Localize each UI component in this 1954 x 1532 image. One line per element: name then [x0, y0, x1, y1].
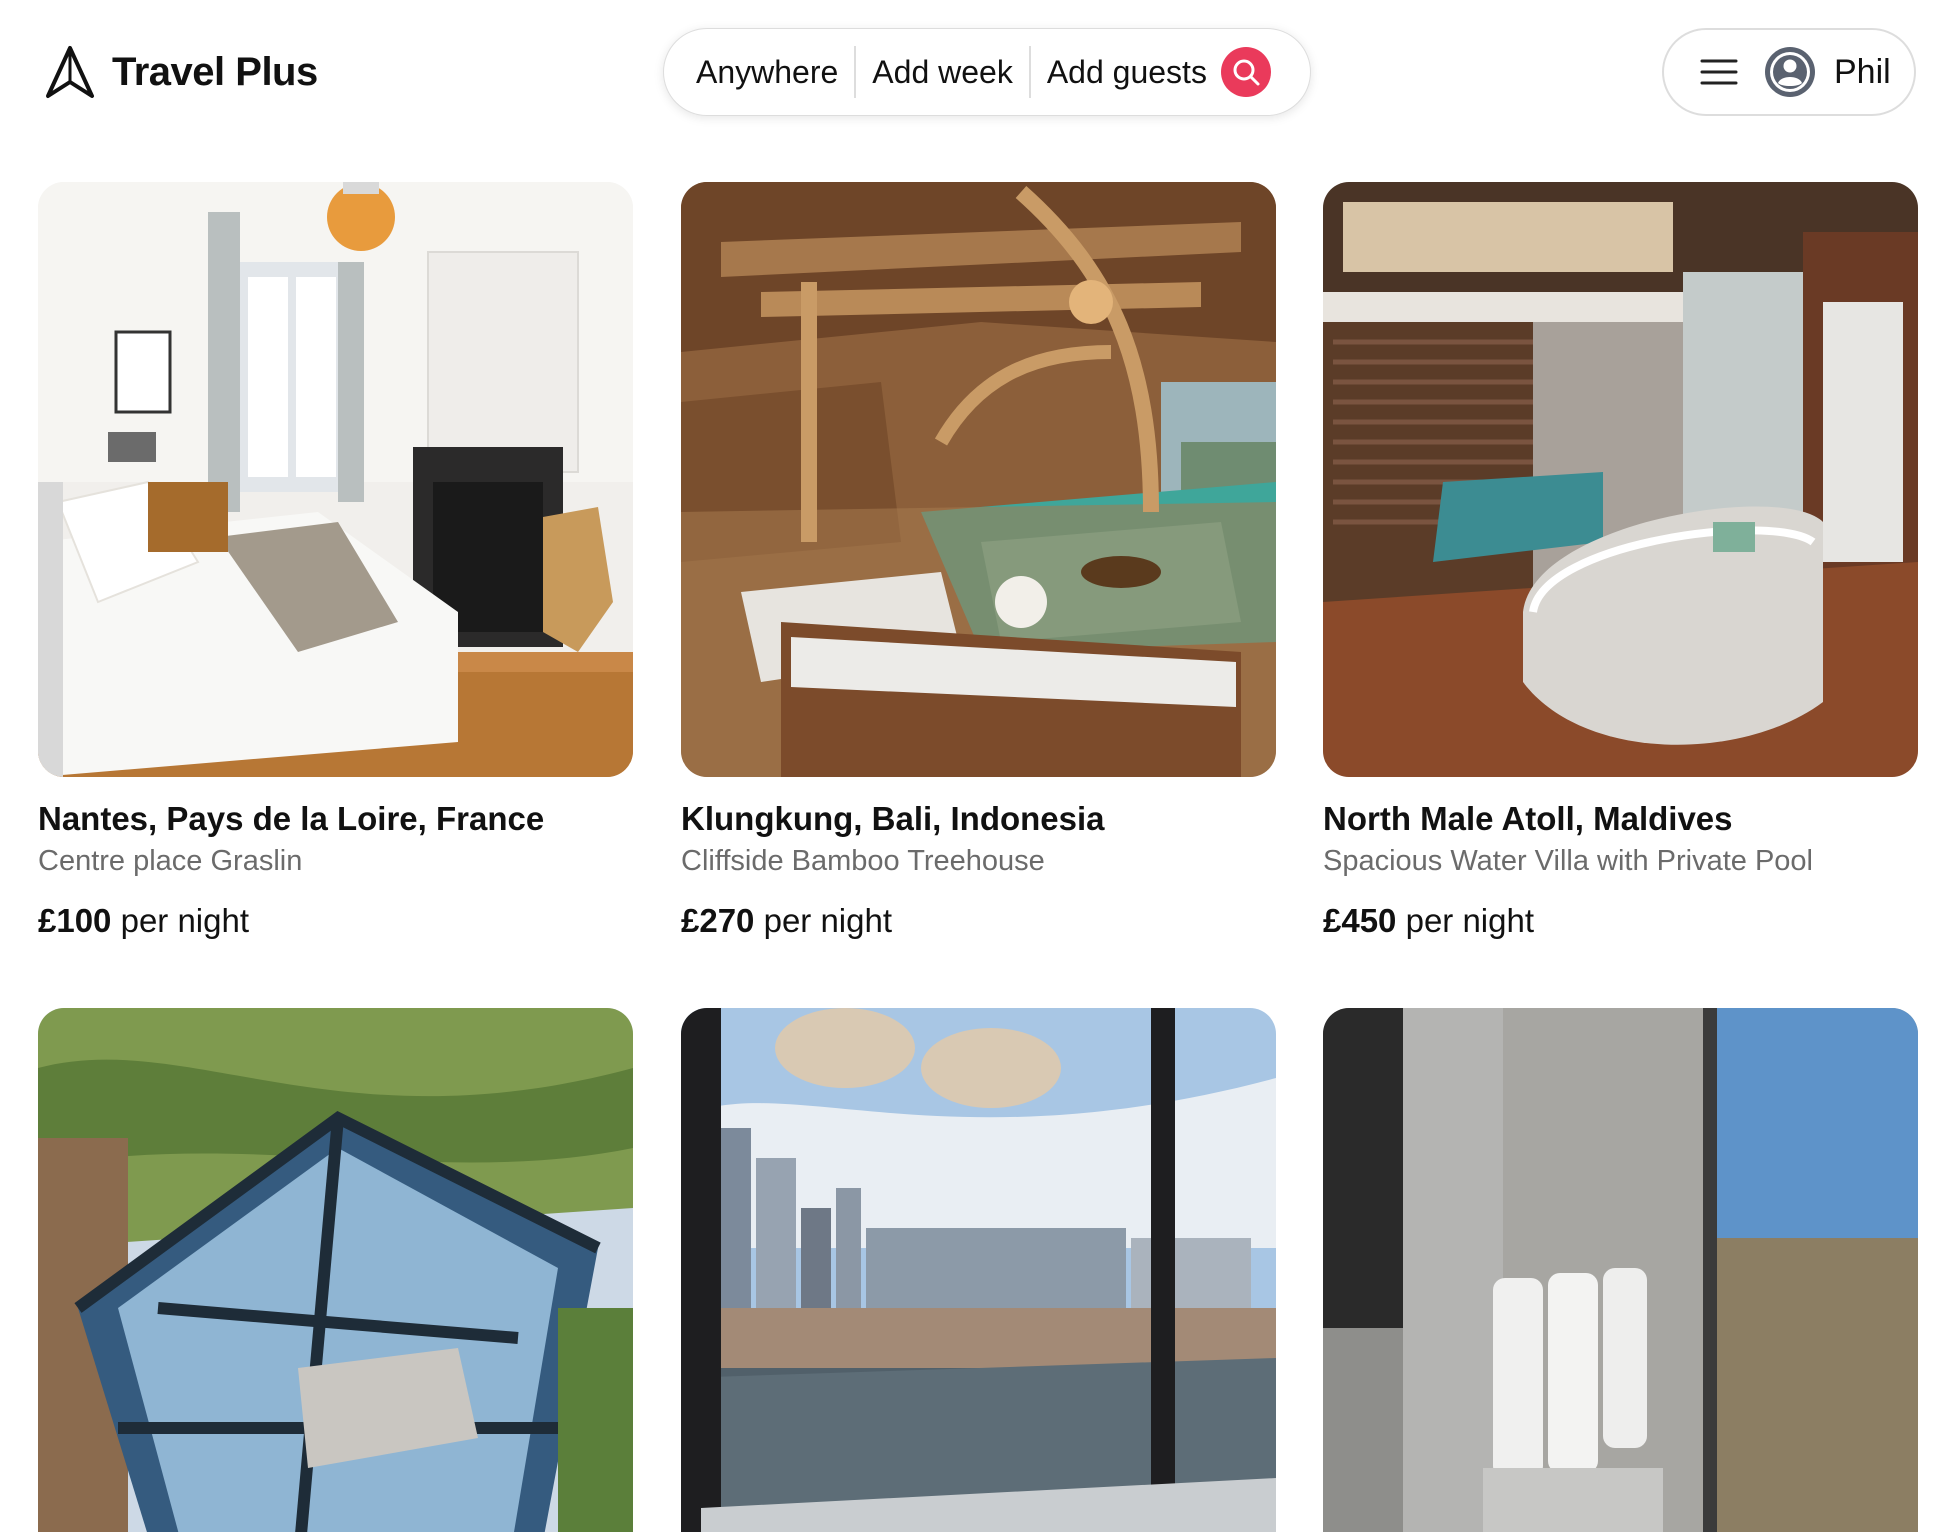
- listing-photo[interactable]: [38, 1008, 633, 1532]
- listing-card[interactable]: North Male Atoll, Maldives Spacious Wate…: [1323, 182, 1918, 941]
- city-view-photo: [681, 1008, 1276, 1532]
- listing-photo[interactable]: [38, 182, 633, 777]
- logo-text: Travel Plus: [112, 50, 318, 94]
- guests-filter[interactable]: Add guests: [1047, 54, 1207, 91]
- listing-title[interactable]: North Male Atoll, Maldives: [1323, 799, 1918, 839]
- listing-price: £100 per night: [38, 901, 633, 941]
- glass-dome-photo: [38, 1008, 633, 1532]
- search-icon: [1233, 59, 1260, 86]
- search-button[interactable]: [1220, 47, 1271, 97]
- listing-card[interactable]: [681, 1008, 1276, 1532]
- user-name: Phil: [1834, 52, 1891, 91]
- dates-filter[interactable]: Add week: [872, 54, 1013, 91]
- listing-photo[interactable]: [681, 1008, 1276, 1532]
- listing-card[interactable]: [1323, 1008, 1918, 1532]
- price-unit: per night: [1405, 902, 1535, 939]
- price-unit: per night: [763, 902, 893, 939]
- divider: [1028, 46, 1031, 98]
- listing-price: £270 per night: [681, 901, 1276, 941]
- price-unit: per night: [120, 902, 250, 939]
- listing-subtitle: Cliffside Bamboo Treehouse: [681, 845, 1045, 877]
- hamburger-menu-icon: [1700, 59, 1738, 85]
- listing-photo[interactable]: [1323, 182, 1918, 777]
- listing-photo[interactable]: [1323, 1008, 1918, 1532]
- listing-card[interactable]: Nantes, Pays de la Loire, France Centre …: [38, 182, 633, 941]
- listing-card[interactable]: [38, 1008, 633, 1532]
- treehouse-photo: [681, 182, 1276, 777]
- divider: [854, 46, 857, 98]
- listing-price: £450 per night: [1323, 901, 1918, 941]
- logo[interactable]: Travel Plus: [42, 44, 318, 100]
- navigation-arrow-icon: [46, 46, 94, 98]
- search-bar[interactable]: Anywhere Add week Add guests: [663, 28, 1311, 116]
- price-amount: £270: [681, 902, 755, 939]
- water-villa-photo: [1323, 182, 1918, 777]
- user-menu-button[interactable]: Phil: [1662, 28, 1916, 116]
- avatar-icon: [1765, 47, 1815, 97]
- listing-title[interactable]: Nantes, Pays de la Loire, France: [38, 799, 633, 839]
- page: Travel Plus Anywhere Add week Add guests…: [0, 0, 1954, 1532]
- listing-card[interactable]: Klungkung, Bali, Indonesia Cliffside Bam…: [681, 182, 1276, 941]
- listing-photo[interactable]: [681, 182, 1276, 777]
- price-amount: £100: [38, 902, 112, 939]
- listing-title[interactable]: Klungkung, Bali, Indonesia: [681, 799, 1276, 839]
- location-filter[interactable]: Anywhere: [696, 54, 838, 91]
- bedroom-photo: [38, 182, 633, 777]
- listing-subtitle: Spacious Water Villa with Private Pool: [1323, 845, 1813, 877]
- listing-subtitle: Centre place Graslin: [38, 845, 303, 877]
- bathroom-view-photo: [1323, 1008, 1918, 1532]
- price-amount: £450: [1323, 902, 1397, 939]
